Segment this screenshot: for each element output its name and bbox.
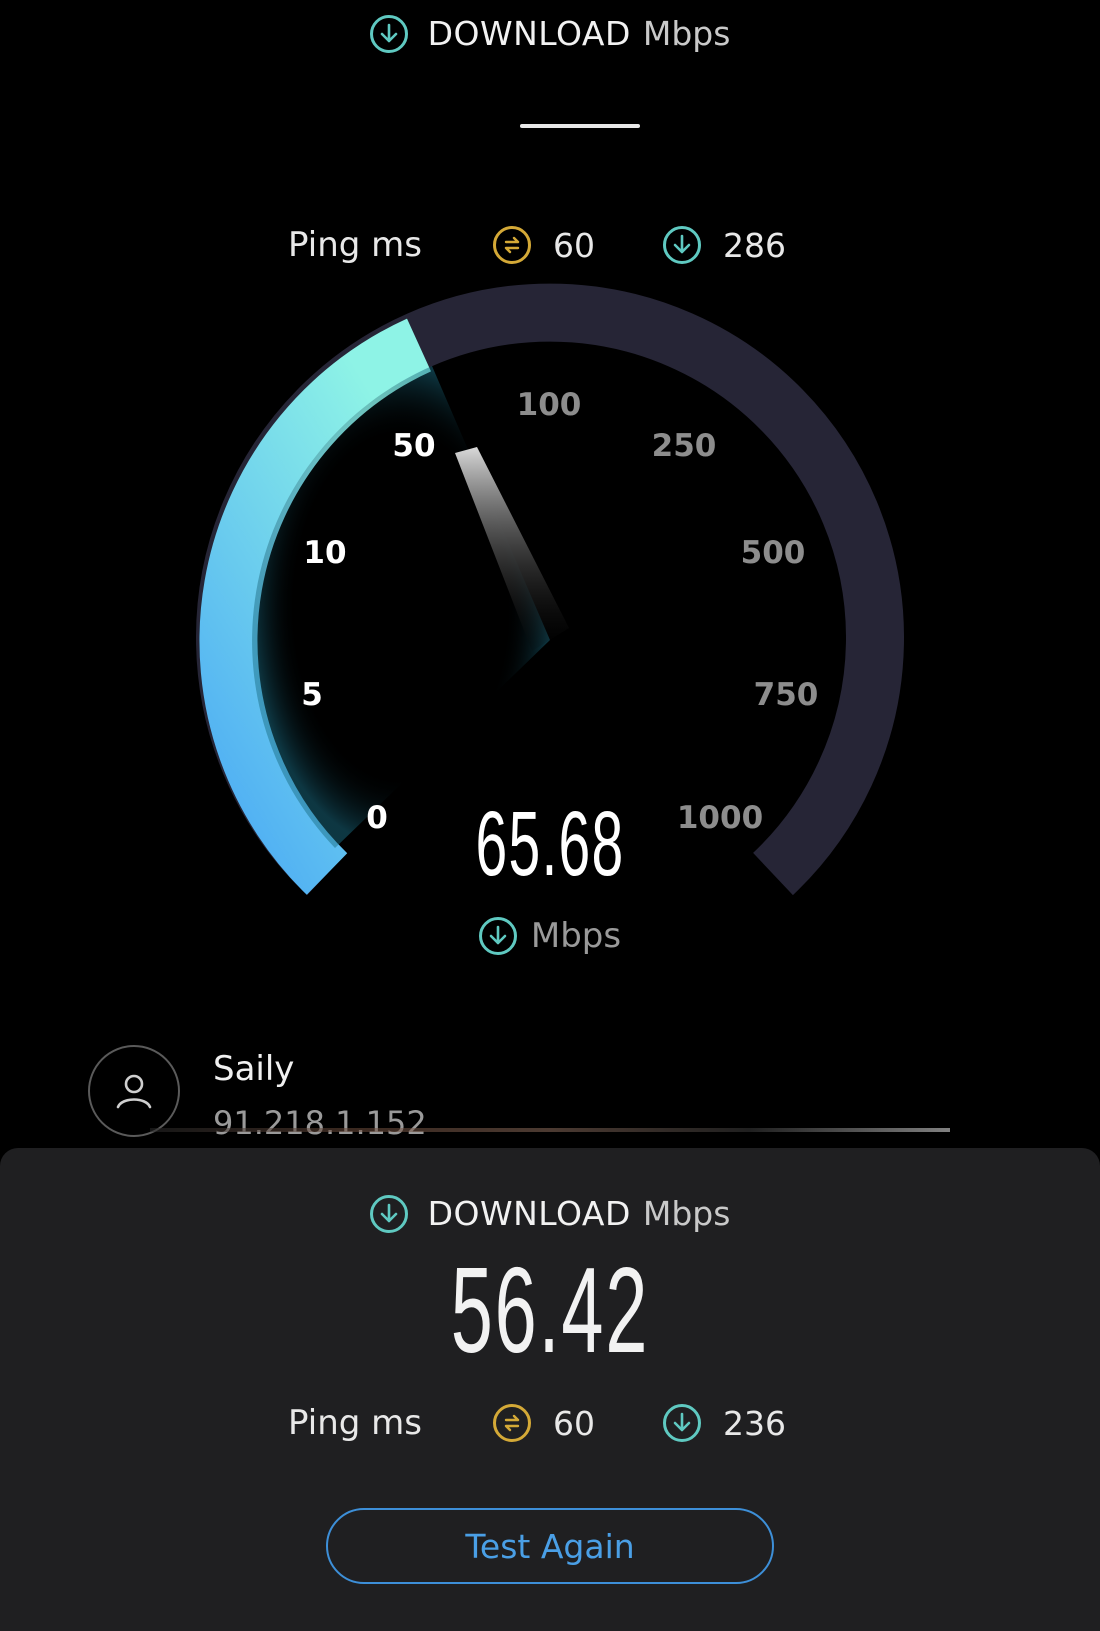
ping-idle-icon: [493, 1404, 531, 1442]
result-title: DOWNLOAD: [427, 1194, 631, 1233]
test-again-button[interactable]: Test Again: [326, 1508, 774, 1584]
server-name[interactable]: Saily: [213, 1049, 294, 1089]
header-underline: [520, 124, 640, 128]
live-speed-unit: Mbps: [530, 916, 622, 956]
tick-label: 100: [517, 387, 582, 423]
ping-label: Ping ms: [288, 225, 422, 265]
download-unit: Mbps: [642, 14, 731, 53]
download-header: DOWNLOAD Mbps: [0, 14, 1100, 53]
tick-label: 50: [392, 428, 435, 464]
download-arrow-icon: [369, 14, 408, 53]
sheet-peek-strip: [150, 1128, 950, 1132]
live-speed-value: 65.68: [475, 793, 625, 895]
server-ip: 91.218.1.152: [213, 1104, 427, 1142]
download-arrow-icon: [478, 917, 517, 955]
tick-label: 5: [301, 677, 323, 713]
live-ping-row: Ping ms 60 286: [288, 225, 848, 265]
result-header: DOWNLOAD Mbps: [0, 1194, 1100, 1233]
ping-label: Ping ms: [288, 1403, 422, 1443]
ping-idle-value: 60: [553, 1403, 595, 1443]
download-arrow-icon: [663, 1404, 701, 1442]
result-unit: Mbps: [642, 1194, 731, 1233]
ping-idle-value: 60: [553, 225, 595, 265]
ping-download-value: 286: [723, 225, 786, 265]
live-speed-unit-row: Mbps: [0, 916, 1100, 956]
user-icon[interactable]: [88, 1045, 180, 1137]
ping-download-value: 236: [723, 1403, 786, 1443]
tick-label: 500: [741, 535, 806, 571]
ping-idle-icon: [493, 226, 531, 264]
download-arrow-icon: [369, 1194, 408, 1233]
result-speed-value: 56.42: [450, 1242, 650, 1378]
result-ping-row: Ping ms 60 236: [288, 1403, 848, 1443]
download-arrow-icon: [663, 226, 701, 264]
download-title: DOWNLOAD: [427, 14, 631, 53]
tick-label: 750: [754, 677, 819, 713]
tick-label: 10: [303, 535, 346, 571]
tick-label: 250: [652, 428, 717, 464]
